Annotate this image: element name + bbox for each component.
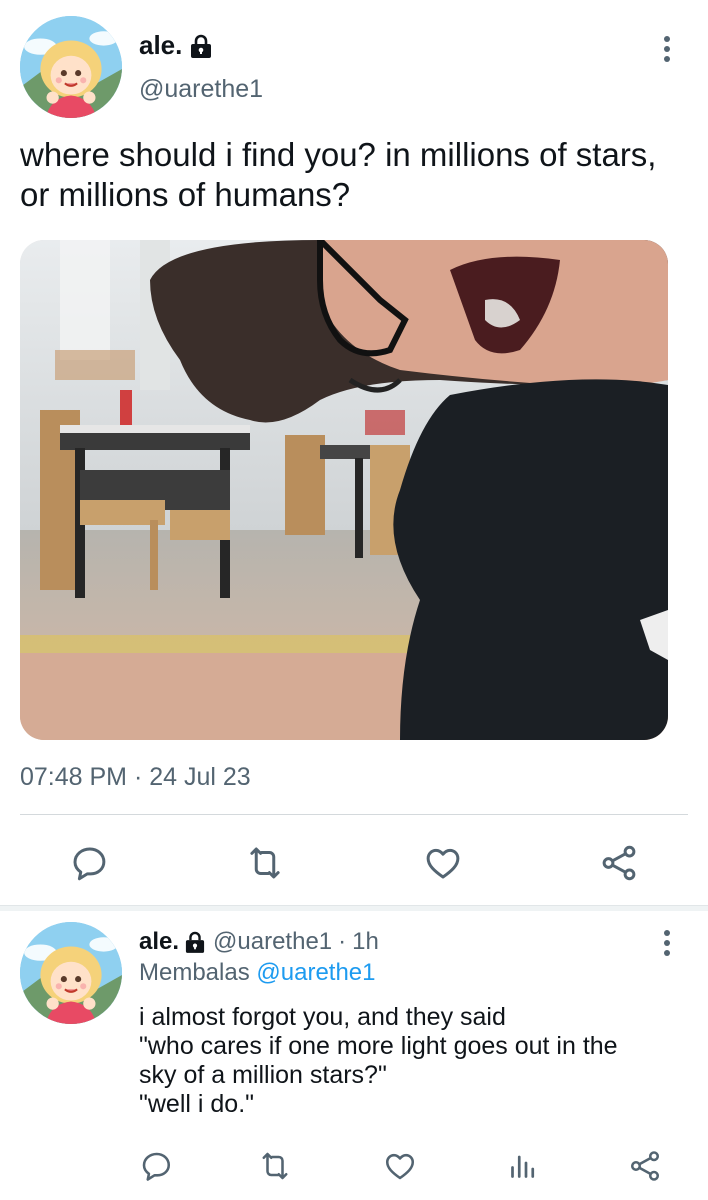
reply-text-line: sky of a million stars?" bbox=[139, 1061, 387, 1089]
share-button[interactable] bbox=[596, 840, 642, 886]
section-divider bbox=[0, 905, 708, 911]
like-button[interactable] bbox=[380, 1146, 420, 1186]
retweet-button[interactable] bbox=[242, 840, 288, 886]
heart-icon bbox=[385, 1153, 415, 1180]
avatar[interactable] bbox=[20, 16, 122, 118]
avatar-image bbox=[20, 922, 122, 1024]
share-icon bbox=[602, 845, 636, 881]
share-button[interactable] bbox=[625, 1146, 665, 1186]
reply-icon bbox=[73, 847, 106, 881]
display-name[interactable]: ale. bbox=[139, 928, 179, 956]
reply-icon bbox=[142, 1152, 171, 1181]
lock-icon bbox=[185, 931, 205, 953]
replying-mention[interactable]: @uarethe1 bbox=[256, 959, 375, 986]
reply-text-line: "well i do." bbox=[139, 1090, 255, 1118]
handle[interactable]: @uarethe1 bbox=[213, 928, 332, 956]
reply-text-line: i almost forgot you, and they said bbox=[139, 1003, 506, 1031]
reply-text-line: "who cares if one more light goes out in… bbox=[139, 1032, 618, 1060]
time-ago[interactable]: 1h bbox=[352, 928, 379, 956]
replying-prefix: Membalas bbox=[139, 959, 250, 986]
retweet-button[interactable] bbox=[255, 1146, 295, 1186]
heart-icon bbox=[426, 848, 460, 879]
reply-text: i almost forgot you, and they said "who … bbox=[139, 1003, 699, 1119]
more-vertical-icon[interactable] bbox=[661, 34, 673, 64]
tweet-text: where should i find you? in millions of … bbox=[20, 136, 657, 213]
views-button[interactable] bbox=[503, 1146, 543, 1186]
reply-header: ale. @uarethe1 · 1h bbox=[139, 928, 379, 956]
reply-button[interactable] bbox=[136, 1146, 176, 1186]
lock-icon bbox=[190, 34, 212, 58]
share-icon bbox=[630, 1151, 660, 1181]
replying-to: Membalas @uarethe1 bbox=[139, 959, 376, 987]
author-name-row: ale. bbox=[139, 30, 212, 61]
views-chart-icon bbox=[511, 1155, 535, 1178]
display-name[interactable]: ale. bbox=[139, 30, 182, 61]
like-button[interactable] bbox=[420, 840, 466, 886]
avatar-image bbox=[20, 16, 122, 118]
photo-image bbox=[20, 240, 668, 740]
tweet-photo[interactable] bbox=[20, 240, 668, 740]
retweet-icon bbox=[250, 847, 280, 879]
separator: · bbox=[338, 928, 347, 955]
timestamp[interactable]: 07:48 PM · 24 Jul 23 bbox=[20, 763, 251, 792]
reply-button[interactable] bbox=[66, 840, 112, 886]
handle[interactable]: @uarethe1 bbox=[139, 75, 263, 104]
avatar[interactable] bbox=[20, 922, 122, 1024]
divider bbox=[20, 814, 688, 815]
more-vertical-icon[interactable] bbox=[661, 928, 673, 958]
retweet-icon bbox=[262, 1152, 288, 1180]
main-tweet: ale. @uarethe1 where should i find you? … bbox=[0, 0, 708, 905]
